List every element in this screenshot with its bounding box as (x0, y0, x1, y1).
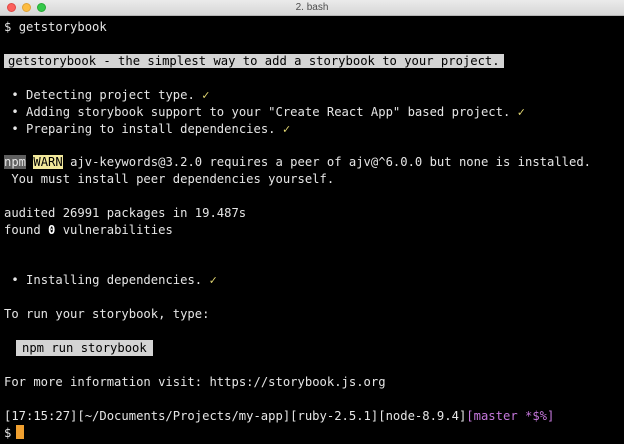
input-prompt-line[interactable]: $ (4, 425, 25, 442)
warn-badge: WARN (33, 155, 63, 169)
run-hint: To run your storybook, type: (4, 307, 210, 321)
storybook-link[interactable]: https://storybook.js.org (209, 375, 385, 389)
checkmark-icon: ✓ (517, 105, 525, 119)
checkmark-icon: ✓ (282, 122, 291, 136)
ps1-node: [node-8.9.4] (378, 409, 467, 423)
window-title: 2. bash (295, 2, 329, 13)
run-command-line: npm run storybook (16, 340, 153, 357)
step-text: Preparing to install dependencies. (26, 122, 276, 136)
title-bar: 2. bash (0, 0, 624, 16)
more-info-line: For more information visit: https://stor… (4, 374, 386, 391)
text-cursor (16, 425, 25, 439)
command-text: getstorybook (18, 20, 107, 34)
bullet: • (11, 122, 19, 136)
found-label: found (4, 223, 41, 237)
found-line: found 0 vulnerabilities (4, 222, 173, 239)
ps1-git-branch: [master *$%] (466, 409, 555, 423)
checkmark-icon: ✓ (209, 273, 217, 287)
step-line: • Installing dependencies. ✓ (4, 272, 217, 289)
warn-line: npm WARN ajv-keywords@3.2.0 requires a p… (4, 154, 591, 171)
banner-line: getstorybook - the simplest way to add a… (4, 53, 504, 70)
banner: getstorybook - the simplest way to add a… (4, 54, 504, 68)
npm-tag: npm (4, 155, 27, 169)
warn-message-2: You must install peer dependencies yours… (11, 172, 335, 186)
command-line: $ getstorybook (4, 19, 107, 36)
checkmark-icon: ✓ (202, 88, 210, 102)
step-line: • Detecting project type. ✓ (4, 87, 209, 104)
bullet: • (11, 273, 19, 287)
ps1-ruby: [ruby-2.5.1] (290, 409, 379, 423)
run-command-box: npm run storybook (16, 340, 153, 356)
ps1-line: [17:15:27][~/Documents/Projects/my-app][… (4, 408, 554, 425)
step-text: Adding storybook support to your "Create… (26, 105, 511, 119)
bullet: • (11, 88, 19, 102)
vulnerability-count: 0 (48, 223, 56, 237)
run-hint-line: To run your storybook, type: (4, 306, 209, 323)
ps1-time: [17:15:27] (4, 409, 78, 423)
audit-text: audited 26991 packages in 19.487s (4, 206, 247, 220)
step-text: Installing dependencies. (26, 273, 203, 287)
audit-line: audited 26991 packages in 19.487s (4, 205, 246, 222)
step-text: Detecting project type. (26, 88, 195, 102)
ps1-path: [~/Documents/Projects/my-app] (77, 409, 291, 423)
more-info-label: For more information visit: (4, 375, 203, 389)
warn-message: ajv-keywords@3.2.0 requires a peer of aj… (70, 155, 592, 169)
step-line: • Preparing to install dependencies. ✓ (4, 121, 290, 138)
step-line: • Adding storybook support to your "Crea… (4, 104, 525, 121)
terminal-window: 2. bash $ getstorybook getstorybook - th… (0, 0, 624, 444)
found-suffix: vulnerabilities (62, 223, 173, 237)
prompt-symbol: $ (4, 20, 12, 34)
terminal-output[interactable]: $ getstorybook getstorybook - the simple… (0, 16, 624, 444)
prompt-symbol: $ (4, 426, 12, 440)
warn-line-2: You must install peer dependencies yours… (4, 171, 334, 188)
bullet: • (11, 105, 19, 119)
